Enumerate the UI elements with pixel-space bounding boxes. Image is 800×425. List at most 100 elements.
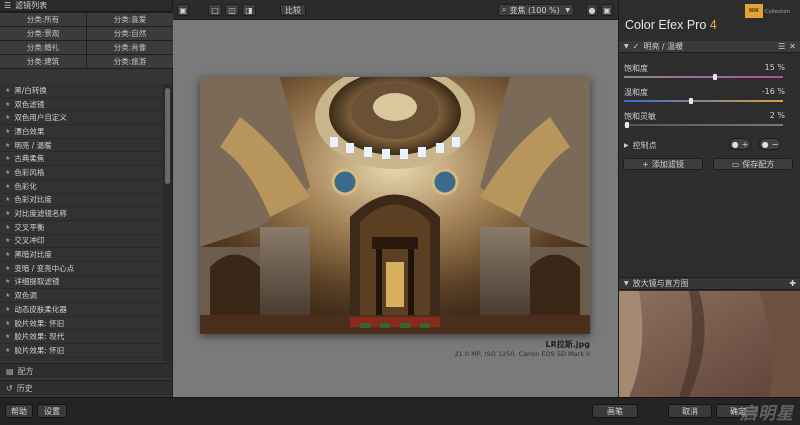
recipes-section[interactable]: ▤ 配方 [0,363,172,378]
compare-label: 比较 [285,5,301,15]
filter-list-item[interactable]: ★ 胶片效果: 现代 [0,330,163,345]
loupe-label: 放大镜与直方图 [632,279,689,288]
category-button[interactable]: 分类:建筑 [0,55,86,68]
single-view-button[interactable]: □ [208,4,222,16]
favorite-star-icon[interactable]: ★ [5,224,10,231]
favorite-star-icon[interactable]: ★ [5,265,10,272]
side-by-side-icon: ◨ [245,5,253,15]
filter-list-item[interactable]: ★ 漂白效果 [0,125,163,139]
favorite-star-icon[interactable]: ★ [5,237,10,244]
save-recipe-button[interactable]: ▭ 保存配方 [713,158,793,170]
category-button[interactable]: 分类:婚礼 [0,41,86,54]
add-control-point-button[interactable]: ● + [729,138,751,150]
favorite-star-icon[interactable]: ★ [5,210,10,217]
filter-list-item[interactable]: ★ 交叉平衡 [0,221,163,235]
favorite-star-icon[interactable]: ★ [5,169,10,176]
favorite-star-icon[interactable]: ★ [5,142,10,149]
scrollbar-thumb[interactable] [165,88,170,184]
filter-list-item[interactable]: ★ 黑暗对比度 [0,248,163,262]
filter-list-item[interactable]: ★ 双色滤镜 [0,98,163,112]
favorite-star-icon[interactable]: ★ [5,114,10,121]
image-canvas[interactable]: LR拉斯.jpg 21.0 MP, ISO 1250, Canon EOS 5D… [173,20,618,397]
filter-list-item[interactable]: ★ 黑/白转换 [0,84,163,98]
category-button[interactable]: 分类:所有 [0,13,86,26]
filter-name: 动态皮肤柔化器 [14,304,67,314]
filter-list-item[interactable]: ★ 变暗 / 变亮中心点 [0,262,163,276]
category-button[interactable]: 分类:旅游 [87,55,173,68]
filter-list-item[interactable]: ★ 胶片效果: 怀旧 [0,344,163,358]
filter-list-item[interactable]: ★ 胶片效果: 怀旧 [0,317,163,331]
filter-name: 黑暗对比度 [14,250,52,260]
help-button[interactable]: 帮助 [5,404,33,418]
slider-knob[interactable] [712,74,717,80]
category-button[interactable]: 分类:喜爱 [87,13,173,26]
cancel-button[interactable]: 取消 [668,404,712,418]
close-icon[interactable]: ✕ [789,42,796,51]
filter-list-item[interactable]: ★ 色彩风格 [0,166,163,180]
favorite-star-icon[interactable]: ★ [5,155,10,162]
favorite-star-icon[interactable]: ★ [5,278,10,285]
filter-name: 交叉冲印 [14,236,45,246]
filter-menu-icon[interactable]: ☰ [778,42,785,51]
filter-list-item[interactable]: ★ 色彩对比度 [0,194,163,208]
active-filter-header[interactable]: ▼ ✓ 明亮 / 温暖 ☰ ✕ [619,41,800,53]
panel-right-icon: ▣ [603,5,611,15]
cancel-label: 取消 [682,406,698,416]
filter-list-item[interactable]: ★ 古典柔焦 [0,152,163,167]
favorite-star-icon[interactable]: ★ [5,251,10,258]
compare-button[interactable]: 比较 [280,4,306,16]
category-button[interactable]: 分类:景观 [0,27,86,40]
split-view-button[interactable]: ◫ [225,4,239,16]
filter-list-item[interactable]: ★ 明亮 / 温暖 [0,139,163,153]
enable-checkbox[interactable]: ✓ [633,42,640,51]
loupe-toggle-button[interactable]: ● [586,4,598,16]
slider-knob[interactable] [625,122,630,128]
favorite-star-icon[interactable]: ★ [5,292,10,299]
chevron-down-icon[interactable]: ▼ [624,43,629,50]
slider-track[interactable] [624,124,783,126]
loupe-view[interactable] [619,291,800,397]
settings-button[interactable]: 设置 [37,404,67,418]
slider-track[interactable] [624,100,783,102]
favorite-star-icon[interactable]: ★ [5,87,10,94]
zoom-select[interactable]: ⌕ 变焦 (100 %) ▼ [498,4,574,16]
toggle-right-panel-button[interactable]: ▣ [601,4,613,16]
filter-list-item[interactable]: ★ 色彩化 [0,180,163,194]
side-by-side-view-button[interactable]: ◨ [242,4,256,16]
pin-icon[interactable]: ✚ [789,279,796,288]
favorite-star-icon[interactable]: ★ [5,320,10,327]
image-caption: LR拉斯.jpg 21.0 MP, ISO 1250, Canon EOS 5D… [455,339,590,358]
filter-list-item[interactable]: ★ 详细提取滤镜 [0,276,163,290]
favorite-star-icon[interactable]: ★ [5,333,10,340]
brush-label: 画笔 [607,406,623,416]
favorite-star-icon[interactable]: ★ [5,306,10,313]
slider-track[interactable] [624,76,783,78]
category-button[interactable]: 分类:肖像 [87,41,173,54]
filter-list-item[interactable]: ★ 对比度滤镜名称 [0,207,163,221]
filter-list-item[interactable]: ★ 交叉冲印 [0,235,163,249]
toggle-left-panel-button[interactable]: ▣ [177,4,189,16]
filter-list-scrollbar[interactable] [163,84,172,362]
favorite-star-icon[interactable]: ★ [5,183,10,190]
plus-icon: + [741,139,749,149]
favorite-star-icon[interactable]: ★ [5,128,10,135]
brand-name: Color Efex Pro [625,18,707,32]
loupe-header[interactable]: ▼ 放大镜与直方图 ✚ [619,277,800,290]
favorite-star-icon[interactable]: ★ [5,196,10,203]
filter-list-item[interactable]: ★ 双色用户自定义 [0,111,163,126]
favorite-star-icon[interactable]: ★ [5,101,10,108]
category-button[interactable]: 分类:自然 [87,27,173,40]
favorite-star-icon[interactable]: ★ [5,347,10,354]
adjustment-panel: NIK Collection Color Efex Pro 4 ▼ ✓ 明亮 /… [618,0,800,397]
filter-list-item[interactable]: ★ 双色调 [0,289,163,303]
brush-button[interactable]: 画笔 [592,404,638,418]
filter-list-header[interactable]: ☰ 滤镜列表 [0,0,172,12]
chevron-down-icon: ▼ [565,6,570,14]
add-filter-button[interactable]: + 添加滤镜 [623,158,703,170]
history-section[interactable]: ↺ 历史 [0,380,172,395]
slider-knob[interactable] [688,98,693,104]
preview-image[interactable] [200,77,590,334]
remove-control-point-button[interactable]: ● − [759,138,781,150]
filter-list-item[interactable]: ★ 动态皮肤柔化器 [0,303,163,317]
slider-value: 15 % [764,63,785,72]
